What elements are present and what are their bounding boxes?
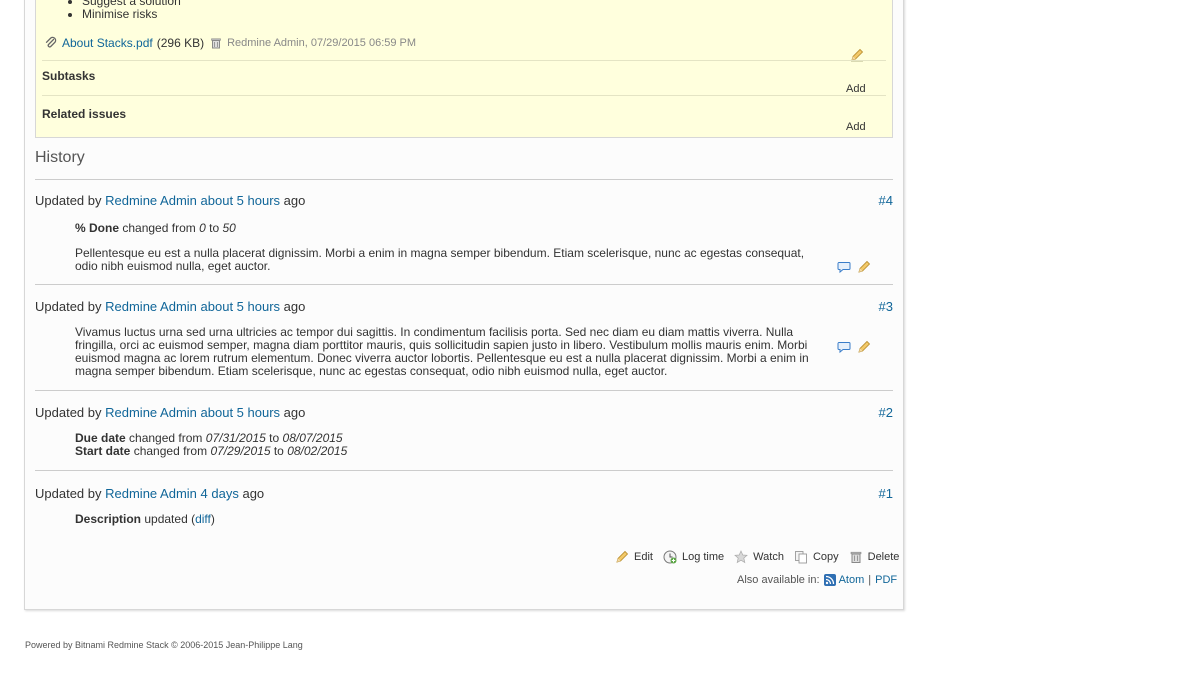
journal-number-link[interactable]: #3 bbox=[879, 299, 893, 314]
edit-button[interactable]: Edit bbox=[615, 550, 653, 564]
description-list: Suggest a solution Minimise risks bbox=[62, 0, 181, 21]
copy-button[interactable]: Copy bbox=[794, 550, 839, 564]
journal-note: Vivamus luctus urna sed urna ultricies a… bbox=[75, 325, 809, 378]
trash-icon bbox=[850, 551, 861, 563]
pdf-link[interactable]: PDF bbox=[875, 574, 897, 586]
separator bbox=[42, 60, 886, 61]
log-time-button[interactable]: Log time bbox=[663, 550, 724, 564]
pencil-icon[interactable] bbox=[857, 340, 871, 354]
star-icon bbox=[734, 550, 749, 564]
journal-change: Description updated (diff) bbox=[75, 512, 215, 526]
attachment-author-date: Redmine Admin, 07/29/2015 06:59 PM bbox=[227, 37, 417, 49]
journal-author-link[interactable]: Redmine Admin bbox=[105, 486, 197, 501]
attachment-size: (296 KB) bbox=[156, 36, 205, 50]
atom-link[interactable]: Atom bbox=[839, 574, 865, 586]
watch-button[interactable]: Watch bbox=[734, 550, 784, 564]
journal-change: Start date changed from 07/29/2015 to 08… bbox=[75, 444, 348, 458]
attachment-row: About Stacks.pdf (296 KB) Redmine Admin,… bbox=[44, 35, 416, 51]
pencil-icon bbox=[616, 550, 629, 563]
rss-feed-icon bbox=[823, 574, 836, 586]
history-rule bbox=[35, 179, 893, 180]
journal-time-link[interactable]: about 5 hours bbox=[201, 193, 281, 208]
journal-rule bbox=[35, 284, 893, 285]
diff-link[interactable]: diff bbox=[195, 512, 211, 526]
attachment-link[interactable]: About Stacks.pdf bbox=[62, 36, 153, 50]
journal-note: Pellentesque eu est a nulla placerat dig… bbox=[75, 246, 805, 273]
quote-icon[interactable] bbox=[837, 260, 851, 274]
journal-change: % Done changed from 0 to 50 bbox=[75, 221, 236, 235]
journal-number-link[interactable]: #1 bbox=[879, 486, 893, 501]
separator bbox=[42, 95, 886, 96]
journal-time-link[interactable]: about 5 hours bbox=[201, 405, 281, 420]
journal-header: Updated by Redmine Admin 4 days ago bbox=[35, 486, 265, 501]
other-formats: Also available in: Atom | PDF bbox=[737, 574, 897, 586]
content-panel: Suggest a solution Minimise risks About … bbox=[24, 0, 904, 610]
journal-actions bbox=[837, 260, 871, 274]
journal-time-link[interactable]: 4 days bbox=[201, 486, 239, 501]
journal-time-link[interactable]: about 5 hours bbox=[201, 299, 281, 314]
journal-number-link[interactable]: #2 bbox=[879, 405, 893, 420]
journal-author-link[interactable]: Redmine Admin bbox=[105, 193, 197, 208]
footer-text: Powered by Bitnami Redmine Stack © 2006-… bbox=[25, 640, 303, 650]
issue-actions: Edit Log time Watch Copy Delete bbox=[615, 550, 899, 564]
journal-rule bbox=[35, 390, 893, 391]
journal-number-link[interactable]: #4 bbox=[879, 193, 893, 208]
subtasks-heading: Subtasks bbox=[42, 69, 96, 83]
trash-icon[interactable] bbox=[210, 37, 222, 49]
journal-author-link[interactable]: Redmine Admin bbox=[105, 405, 197, 420]
issue-details-box: Suggest a solution Minimise risks About … bbox=[35, 0, 893, 138]
related-issues-heading: Related issues bbox=[42, 107, 127, 121]
add-related-issue-link[interactable]: Add bbox=[846, 121, 866, 133]
journal-header: Updated by Redmine Admin about 5 hours a… bbox=[35, 405, 306, 420]
copy-icon bbox=[794, 551, 807, 564]
format-separator: | bbox=[868, 574, 872, 586]
paperclip-icon bbox=[45, 36, 57, 48]
history-heading: History bbox=[35, 149, 85, 166]
description-bullet: Minimise risks bbox=[82, 8, 181, 21]
journal-author-link[interactable]: Redmine Admin bbox=[105, 299, 197, 314]
journal-header: Updated by Redmine Admin about 5 hours a… bbox=[35, 299, 306, 314]
journal-actions bbox=[837, 340, 871, 354]
journal-rule bbox=[35, 470, 893, 471]
clock-add-icon bbox=[663, 550, 677, 564]
quote-icon[interactable] bbox=[837, 340, 851, 354]
other-formats-label: Also available in: bbox=[737, 574, 820, 586]
delete-button[interactable]: Delete bbox=[849, 550, 899, 564]
add-subtask-link[interactable]: Add bbox=[846, 83, 866, 95]
pencil-icon[interactable] bbox=[857, 260, 871, 274]
journal-header: Updated by Redmine Admin about 5 hours a… bbox=[35, 193, 306, 208]
